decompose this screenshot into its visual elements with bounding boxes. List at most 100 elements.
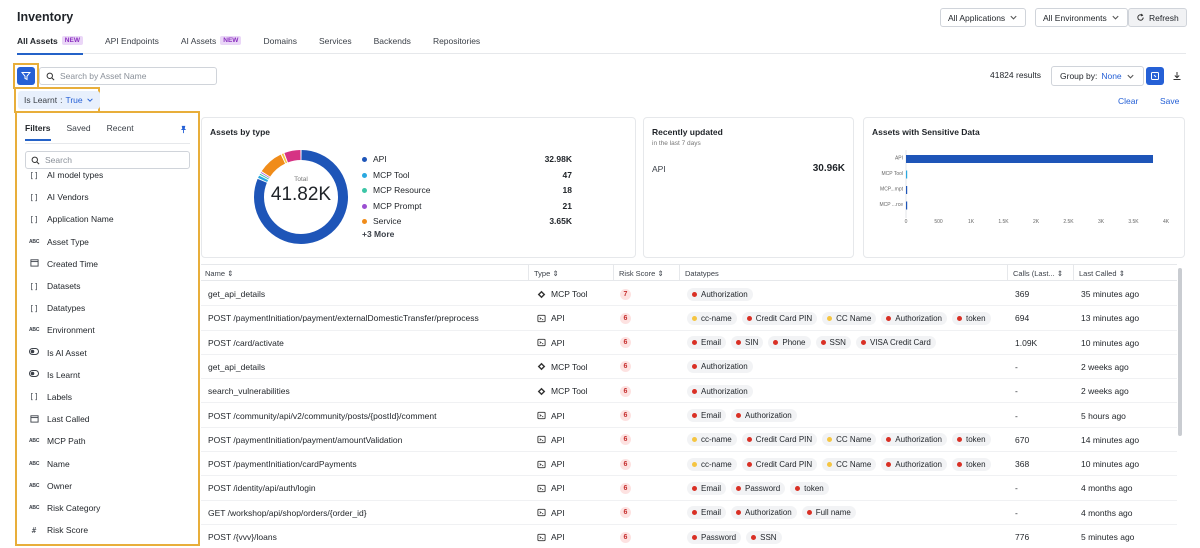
asset-name[interactable]: get_api_details xyxy=(208,355,265,379)
datatype-tag[interactable]: Email xyxy=(687,506,727,520)
donut-slice-other-2[interactable] xyxy=(284,150,301,163)
filter-item[interactable]: [] AI model types xyxy=(17,164,198,186)
asset-name[interactable]: get_api_details xyxy=(208,282,265,306)
tab-services[interactable]: Services xyxy=(319,32,352,54)
refresh-button[interactable]: Refresh xyxy=(1128,8,1187,27)
table-row[interactable]: POST /identity/api/auth/login API 6 Email Pa… xyxy=(201,476,1177,501)
col-name[interactable]: Name ⇕ xyxy=(205,269,233,278)
filter-item[interactable]: [] Labels xyxy=(17,386,198,408)
datatype-tag[interactable]: Password xyxy=(687,530,742,544)
datatype-tag[interactable]: Authorization xyxy=(731,506,797,520)
table-row[interactable]: POST /community/api/v2/community/posts/{… xyxy=(201,404,1177,428)
filter-item[interactable]: ABC Environment xyxy=(17,319,198,341)
tab-all-assets[interactable]: All Assets NEW xyxy=(17,32,83,55)
legend-item[interactable]: Service 3.65K xyxy=(362,214,572,228)
tab-filters[interactable]: Filters xyxy=(25,123,51,141)
asset-name[interactable]: POST /community/api/v2/community/posts/{… xyxy=(208,404,437,428)
filter-item[interactable]: ABC MCP Path xyxy=(17,430,198,452)
tab-recent[interactable]: Recent xyxy=(107,123,134,141)
datatype-tag[interactable]: Authorization xyxy=(731,409,797,422)
filter-item[interactable]: [] Datasets xyxy=(17,275,198,297)
legend-item[interactable]: MCP Resource 18 xyxy=(362,183,572,197)
datatype-tag[interactable]: Email xyxy=(687,336,727,350)
bar[interactable] xyxy=(906,155,1153,163)
asset-name[interactable]: GET /workshop/api/shop/orders/{order_id} xyxy=(208,501,367,525)
filter-toggle-button[interactable] xyxy=(17,67,35,85)
bar[interactable] xyxy=(906,186,908,194)
datatype-tag[interactable]: token xyxy=(951,457,991,471)
asset-name[interactable]: POST /card/activate xyxy=(208,331,284,355)
datatype-tag[interactable]: SSN xyxy=(746,530,782,544)
asset-name[interactable]: POST /paymentInitiation/payment/amountVa… xyxy=(208,428,402,452)
datatype-tag[interactable]: cc-name xyxy=(687,311,737,325)
table-row[interactable]: POST /{vvv}/loans API 6 Password SSN 776 5 min… xyxy=(201,525,1177,548)
asset-name[interactable]: POST /paymentInitiation/payment/external… xyxy=(208,306,479,330)
asset-search-field[interactable]: Search by Asset Name xyxy=(39,67,217,85)
more-link[interactable]: +3 More xyxy=(362,229,394,239)
pin-icon[interactable] xyxy=(179,125,188,134)
datatype-tag[interactable]: Email xyxy=(687,481,727,495)
tab-repositories[interactable]: Repositories xyxy=(433,32,480,54)
columns-button[interactable] xyxy=(1146,67,1164,85)
application-select[interactable]: All Applications xyxy=(940,8,1027,27)
filter-item[interactable]: [] Application Name xyxy=(17,208,198,230)
tab-ai-assets[interactable]: AI Assets NEW xyxy=(181,32,242,54)
tab-backends[interactable]: Backends xyxy=(374,32,411,54)
col-risk[interactable]: Risk Score ⇕ xyxy=(613,265,664,280)
datatype-tag[interactable]: cc-name xyxy=(687,457,737,471)
clear-button[interactable]: Clear xyxy=(1118,96,1138,106)
table-row[interactable]: POST /paymentInitiation/payment/external… xyxy=(201,306,1177,331)
group-by-select[interactable]: Group by: None xyxy=(1051,66,1144,86)
col-calls[interactable]: Calls (Last... ⇕ xyxy=(1007,265,1063,280)
legend-item[interactable]: API 32.98K xyxy=(362,152,572,166)
filter-item[interactable]: Is AI Asset xyxy=(17,342,198,364)
datatype-tag[interactable]: cc-name xyxy=(687,433,737,447)
col-datatypes[interactable]: Datatypes xyxy=(679,265,719,280)
table-row[interactable]: search_vulnerabilities MCP Tool 6 Authoriza… xyxy=(201,379,1177,404)
tab-domains[interactable]: Domains xyxy=(263,32,297,54)
table-row[interactable]: POST /card/activate API 6 Email SIN Phone SSN V… xyxy=(201,331,1177,355)
tab-saved[interactable]: Saved xyxy=(67,123,91,141)
filter-item[interactable]: [] AI Vendors xyxy=(17,186,198,208)
filter-item[interactable]: [] Datatypes xyxy=(17,297,198,319)
datatype-tag[interactable]: CC Name xyxy=(822,311,877,325)
donut-slice-other-1[interactable] xyxy=(281,153,288,164)
asset-name[interactable]: POST /identity/api/auth/login xyxy=(208,476,316,500)
table-row[interactable]: POST /paymentInitiation/payment/amountVa… xyxy=(201,428,1177,453)
datatype-tag[interactable]: token xyxy=(790,481,829,495)
filter-item[interactable]: ABC Name xyxy=(17,452,198,474)
asset-name[interactable]: POST /paymentInitiation/cardPayments xyxy=(208,452,357,476)
datatype-tag[interactable]: Credit Card PIN xyxy=(741,433,818,447)
filter-item[interactable]: ABC Risk Category xyxy=(17,497,198,519)
filter-item[interactable]: Is Learnt xyxy=(17,364,198,386)
bar[interactable] xyxy=(906,201,908,210)
filter-item[interactable]: ABC Asset Type xyxy=(17,231,198,253)
filter-item[interactable]: Created Time xyxy=(17,253,198,275)
datatype-tag[interactable]: Authorization xyxy=(687,384,753,398)
filter-item[interactable]: # Risk Score xyxy=(17,519,198,541)
legend-item[interactable]: MCP Prompt 21 xyxy=(362,199,572,213)
environment-select[interactable]: All Environments xyxy=(1035,8,1128,27)
datatype-tag[interactable]: SSN xyxy=(815,336,851,350)
datatype-tag[interactable]: Authorization xyxy=(881,433,947,447)
table-scrollbar[interactable] xyxy=(1178,268,1182,436)
datatype-tag[interactable]: VISA Credit Card xyxy=(855,336,936,350)
datatype-tag[interactable]: Authorization xyxy=(687,287,753,301)
datatype-tag[interactable]: Authorization xyxy=(687,360,753,374)
filter-item[interactable]: ABC Owner xyxy=(17,475,198,497)
table-row[interactable]: get_api_details MCP Tool 6 Authorization - 2 … xyxy=(201,355,1177,380)
filter-item[interactable]: Last Called xyxy=(17,408,198,430)
asset-name[interactable]: POST /{vvv}/loans xyxy=(208,525,277,548)
tab-api-endpoints[interactable]: API Endpoints xyxy=(105,32,159,54)
col-type[interactable]: Type ⇕ xyxy=(528,265,559,280)
legend-item[interactable]: MCP Tool 47 xyxy=(362,168,572,182)
datatype-tag[interactable]: CC Name xyxy=(822,433,877,447)
datatype-tag[interactable]: Full name xyxy=(801,506,856,520)
active-filter-chip[interactable]: Is Learnt : True xyxy=(18,91,100,109)
datatype-tag[interactable]: Email xyxy=(687,409,727,422)
datatype-tag[interactable]: SIN xyxy=(731,336,764,350)
datatype-tag[interactable]: CC Name xyxy=(822,457,877,471)
datatype-tag[interactable]: Authorization xyxy=(881,311,947,325)
table-row[interactable]: GET /workshop/api/shop/orders/{order_id}… xyxy=(201,501,1177,525)
asset-name[interactable]: search_vulnerabilities xyxy=(208,379,290,403)
